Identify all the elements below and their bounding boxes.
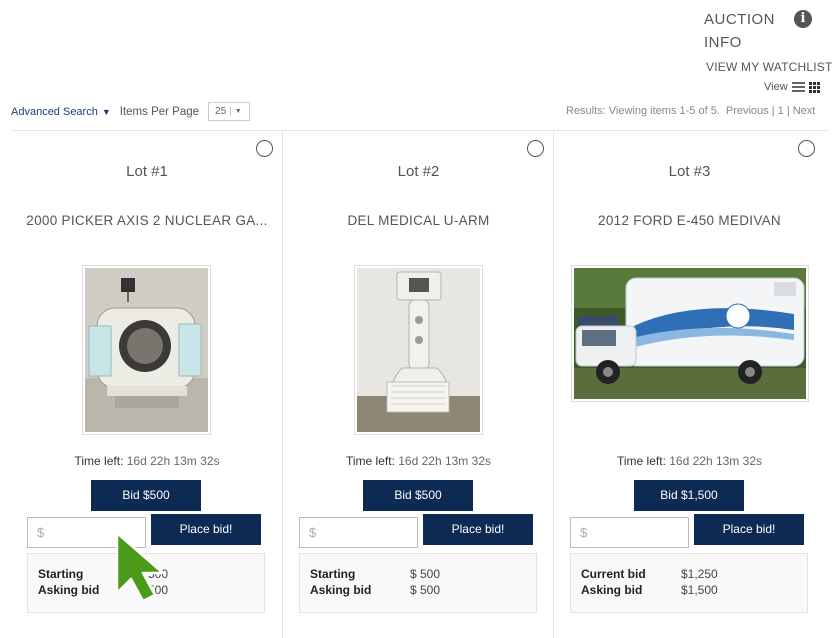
bid-row-value: $ 500 [138,583,169,597]
pagination[interactable]: Previous | 1 | Next [726,105,815,117]
info-icon[interactable]: i [794,10,812,28]
time-left-label: Time left: [617,454,666,468]
bid-row-label: Starting [38,567,84,581]
lot-card: Lot #3 2012 FORD E-450 MEDIVAN Time left… [553,131,825,638]
results-summary: Results: Viewing items 1-5 of 5. Previous… [566,105,815,117]
view-label: View [764,81,788,93]
medivan-image [574,268,806,399]
time-left-value: 16d 22h 13m 32s [398,454,491,468]
time-left-value: 16d 22h 13m 32s [669,454,762,468]
bid-amount-input[interactable]: $ [570,517,689,548]
bid-row-label: Current bid [581,567,646,581]
header-links: AUCTION INFO i VIEW MY WATCHLIST View [704,8,835,93]
lot-title[interactable]: DEL MEDICAL U-ARM [283,213,554,228]
view-toggle: View [764,81,822,93]
lot-image[interactable] [571,265,809,402]
lot-number: Lot #1 [126,163,168,180]
bid-amount-input[interactable]: $ [27,517,146,548]
lot-number: Lot #3 [668,163,711,180]
lot-image[interactable] [82,265,211,435]
bid-row-value: $ 500 [138,567,169,581]
bid-summary: Current bid $1,250 Asking bid $1,500 [570,553,808,613]
bid-row-label: Asking bid [38,583,100,597]
bid-row-label: Asking bid [581,583,643,597]
toolbar: Advanced Search ▼ Items Per Page 25 | ▼ [11,102,251,121]
place-bid-button[interactable]: Place bid! [423,514,533,545]
select-lot-radio[interactable] [527,140,544,157]
time-left-label: Time left: [346,454,395,468]
grid-view-icon[interactable] [808,81,822,93]
lot-title[interactable]: 2012 FORD E-450 MEDIVAN [554,213,825,228]
view-watchlist-link[interactable]: VIEW MY WATCHLIST [706,60,833,74]
bid-amount-input[interactable]: $ [299,517,418,548]
time-left: Time left: 16d 22h 13m 32s [11,454,283,468]
time-left: Time left: 16d 22h 13m 32s [554,454,825,468]
bid-row: Starting $ 500 [38,566,254,582]
bid-row: Asking bid $ 500 [310,582,526,598]
select-divider: | [229,106,232,117]
bid-row: Asking bid $1,500 [581,582,797,598]
items-per-page-label: Items Per Page [119,105,200,118]
results-text: Results: Viewing items 1-5 of 5. [566,105,720,117]
bid-row-value: $1,250 [681,567,718,581]
quick-bid-button[interactable]: Bid $500 [91,480,201,511]
place-bid-button[interactable]: Place bid! [151,514,261,545]
bid-row-label: Starting [310,567,356,581]
lot-card: Lot #2 DEL MEDICAL U-ARM Time left: 16d … [282,131,554,638]
lot-title[interactable]: 2000 PICKER AXIS 2 NUCLEAR GA... [11,213,283,228]
ct-scanner-image [85,268,208,432]
auction-info-link[interactable]: AUCTION INFO [704,8,784,54]
lot-card: Lot #1 2000 PICKER AXIS 2 NUCLEAR GA... … [11,131,283,638]
items-per-page-select[interactable]: 25 | ▼ [208,102,251,121]
list-view-icon[interactable] [791,82,805,92]
bid-row-label: Asking bid [310,583,372,597]
advanced-search-link[interactable]: Advanced Search ▼ [11,106,111,118]
items-per-page-value: 25 [215,106,227,117]
bid-summary: Starting $ 500 Asking bid $ 500 [299,553,537,613]
bid-row-value: $ 500 [410,567,441,581]
place-bid-button[interactable]: Place bid! [694,514,804,545]
time-left-value: 16d 22h 13m 32s [126,454,220,468]
select-lot-radio[interactable] [256,140,273,157]
bid-row: Asking bid $ 500 [38,582,254,598]
bid-row-value: $1,500 [681,583,718,597]
quick-bid-button[interactable]: Bid $1,500 [634,480,744,511]
lot-image[interactable] [354,265,483,435]
lot-number: Lot #2 [397,163,440,180]
time-left: Time left: 16d 22h 13m 32s [283,454,554,468]
bid-summary: Starting $ 500 Asking bid $ 500 [27,553,265,613]
time-left-label: Time left: [74,454,124,468]
bid-row-value: $ 500 [410,583,441,597]
chevron-down-icon: ▼ [234,108,242,115]
advanced-search-label: Advanced Search [11,105,98,118]
quick-bid-button[interactable]: Bid $500 [363,480,473,511]
caret-down-icon: ▼ [101,106,111,117]
select-lot-radio[interactable] [798,140,815,157]
u-arm-xray-image [357,268,480,432]
bid-row: Starting $ 500 [310,566,526,582]
bid-row: Current bid $1,250 [581,566,797,582]
